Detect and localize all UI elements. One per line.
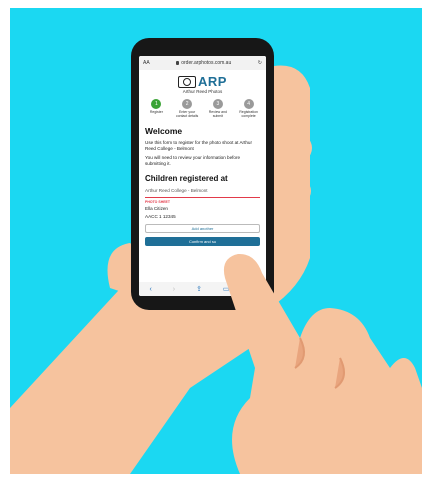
pointing-hand <box>223 253 422 474</box>
